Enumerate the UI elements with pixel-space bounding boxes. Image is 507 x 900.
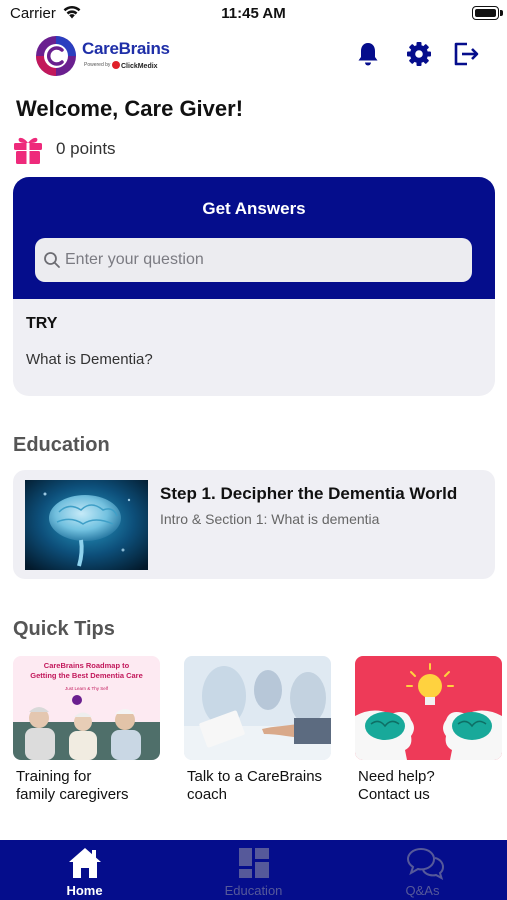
tip-coach-line2: coach (187, 786, 228, 803)
tab-qas[interactable]: Q&As (338, 840, 507, 900)
points-value: 0 points (56, 139, 116, 158)
clock: 11:45 AM (221, 5, 286, 22)
tab-qas-label: Q&As (405, 883, 440, 898)
try-label: TRY (26, 315, 58, 332)
bell-icon[interactable] (354, 40, 382, 68)
education-card-title: Step 1. Decipher the Dementia World (160, 484, 458, 503)
roadmap-image-heading: CareBrains Roadmap to Getting the Best D… (13, 661, 160, 681)
question-search-input[interactable] (65, 238, 465, 282)
search-icon (44, 252, 60, 268)
seniors-photo (13, 695, 160, 760)
roadmap-heading-line2: Getting the Best Dementia Care (30, 671, 143, 680)
logo-title: CareBrains (82, 39, 170, 58)
search-box (35, 238, 472, 282)
tip-contact-line2: Contact us (358, 786, 430, 803)
education-card-subtitle: Intro & Section 1: What is dementia (160, 511, 380, 527)
get-answers-header: Get Answers (13, 177, 495, 299)
tab-home[interactable]: Home (0, 840, 169, 900)
logo-brand: ClickMedix (112, 61, 158, 70)
tip-coach-label: Talk to a CareBrains coach (187, 768, 322, 804)
education-card[interactable]: Step 1. Decipher the Dementia World Intr… (13, 470, 495, 579)
bottom-tab-bar: Home Education Q&As (0, 840, 507, 900)
logout-icon[interactable] (452, 40, 480, 68)
get-answers-card: Get Answers TRY What is Dementia? (13, 177, 495, 396)
get-answers-title: Get Answers (202, 199, 306, 218)
home-icon (69, 848, 101, 878)
app-header: CareBrains Powered by ClickMedix (0, 30, 507, 86)
gear-icon[interactable] (405, 40, 433, 68)
grid-icon (239, 848, 269, 878)
roadmap-heading-line1: CareBrains Roadmap to (43, 661, 130, 670)
quick-tips-section-title: Quick Tips (13, 618, 115, 640)
roadmap-image: CareBrains Roadmap to Getting the Best D… (13, 656, 160, 760)
coach-image (184, 656, 331, 760)
help-image (355, 656, 502, 760)
tip-training-line1: Training for (16, 768, 92, 785)
tip-contact-label: Need help? Contact us (358, 768, 435, 804)
brain-image (25, 480, 148, 570)
tab-education-label: Education (224, 883, 283, 898)
welcome-heading: Welcome, Care Giver! (16, 96, 244, 121)
tab-home-label: Home (66, 883, 103, 898)
tip-training-label: Training for family caregivers (16, 768, 129, 804)
clickmedix-dot-icon (112, 61, 120, 69)
chat-bubbles-icon (406, 847, 445, 880)
tab-education[interactable]: Education (169, 840, 338, 900)
tip-coach-line1: Talk to a CareBrains (187, 768, 323, 785)
logo-powered-by: Powered by (84, 62, 111, 68)
carebrains-logo: CareBrains Powered by ClickMedix (34, 34, 174, 78)
try-suggestion[interactable]: What is Dementia? (26, 351, 153, 368)
tip-contact-line1: Need help? (358, 768, 435, 785)
education-section-title: Education (13, 434, 110, 456)
tip-training-line2: family caregivers (16, 786, 129, 803)
gift-icon (14, 137, 42, 164)
logo-brand-name: ClickMedix (121, 63, 158, 70)
status-bar: Carrier 11:45 AM (0, 0, 507, 30)
battery-icon (472, 6, 503, 20)
logo-mark-icon (36, 36, 76, 76)
roadmap-image-caption: Just Learn & Thy Self (65, 686, 108, 691)
